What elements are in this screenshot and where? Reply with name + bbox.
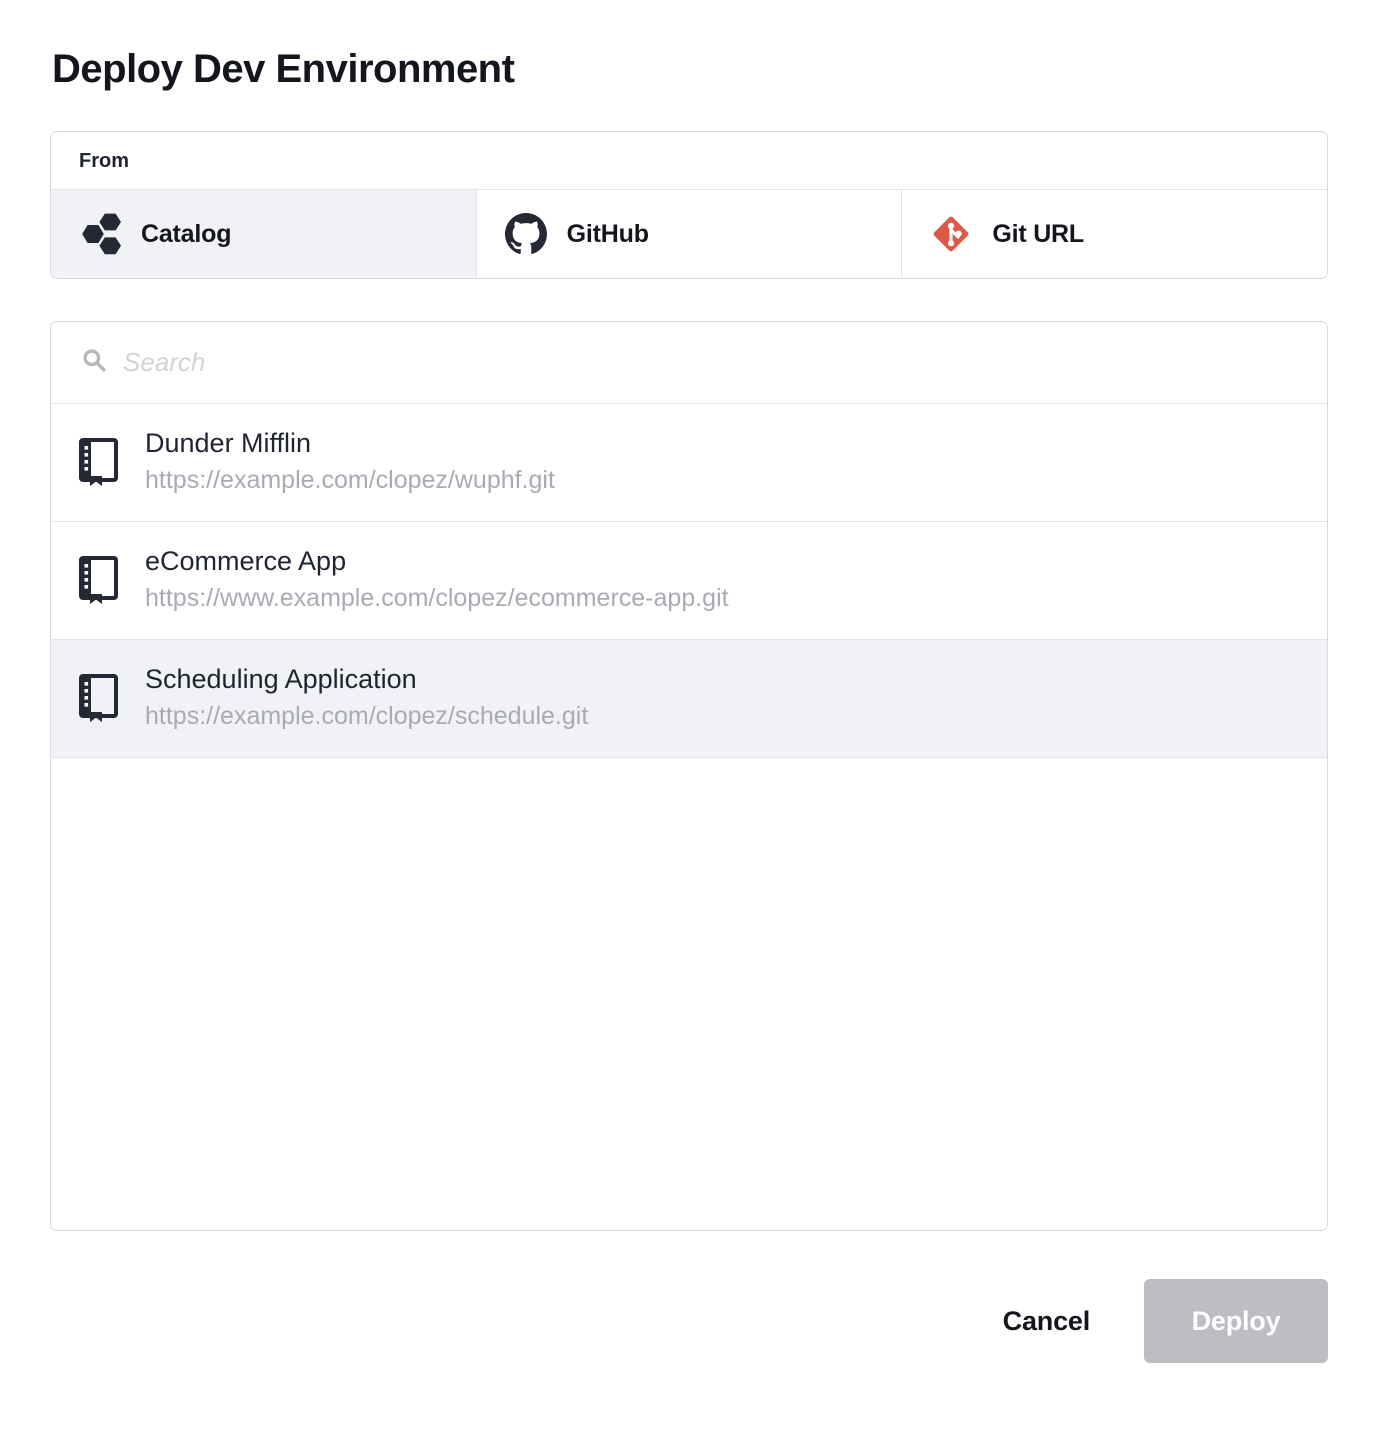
table-row[interactable]: eCommerce App https://www.example.com/cl… [51,522,1327,640]
deploy-dev-environment-dialog: Deploy Dev Environment From Catalog [0,0,1378,1432]
github-icon [505,213,547,255]
repo-text: Dunder Mifflin https://example.com/clope… [145,428,555,495]
repo-name: Dunder Mifflin [145,428,555,459]
tab-github-label: GitHub [567,220,649,249]
tab-catalog[interactable]: Catalog [51,190,477,278]
repository-list-card: Dunder Mifflin https://example.com/clope… [50,321,1328,1231]
repo-book-icon [79,438,123,486]
table-row[interactable]: Scheduling Application https://example.c… [51,640,1327,758]
table-row[interactable]: Dunder Mifflin https://example.com/clope… [51,404,1327,522]
repo-url: https://www.example.com/clopez/ecommerce… [145,584,729,613]
dialog-footer: Cancel Deploy [50,1279,1328,1363]
repo-name: Scheduling Application [145,664,588,695]
tab-git-url-label: Git URL [992,220,1084,249]
tab-git-url[interactable]: Git URL [902,190,1327,278]
search-row [51,322,1327,404]
repo-name: eCommerce App [145,546,729,577]
deploy-button[interactable]: Deploy [1144,1279,1328,1363]
tab-catalog-label: Catalog [141,220,231,249]
repo-url: https://example.com/clopez/wuphf.git [145,466,555,495]
cancel-button[interactable]: Cancel [999,1290,1094,1353]
page-title: Deploy Dev Environment [52,0,1328,93]
git-diamond-icon [930,213,972,255]
search-icon [81,347,107,378]
repo-text: eCommerce App https://www.example.com/cl… [145,546,729,613]
from-label: From [51,132,1327,190]
repo-book-icon [79,556,123,604]
tab-github[interactable]: GitHub [477,190,903,278]
hexagons-icon [79,213,121,255]
search-input[interactable] [123,347,1297,378]
source-tab-list: Catalog GitHub [51,190,1327,278]
repo-text: Scheduling Application https://example.c… [145,664,588,731]
repo-book-icon [79,674,123,722]
repo-url: https://example.com/clopez/schedule.git [145,702,588,731]
source-selector-card: From Catalog [50,131,1328,279]
